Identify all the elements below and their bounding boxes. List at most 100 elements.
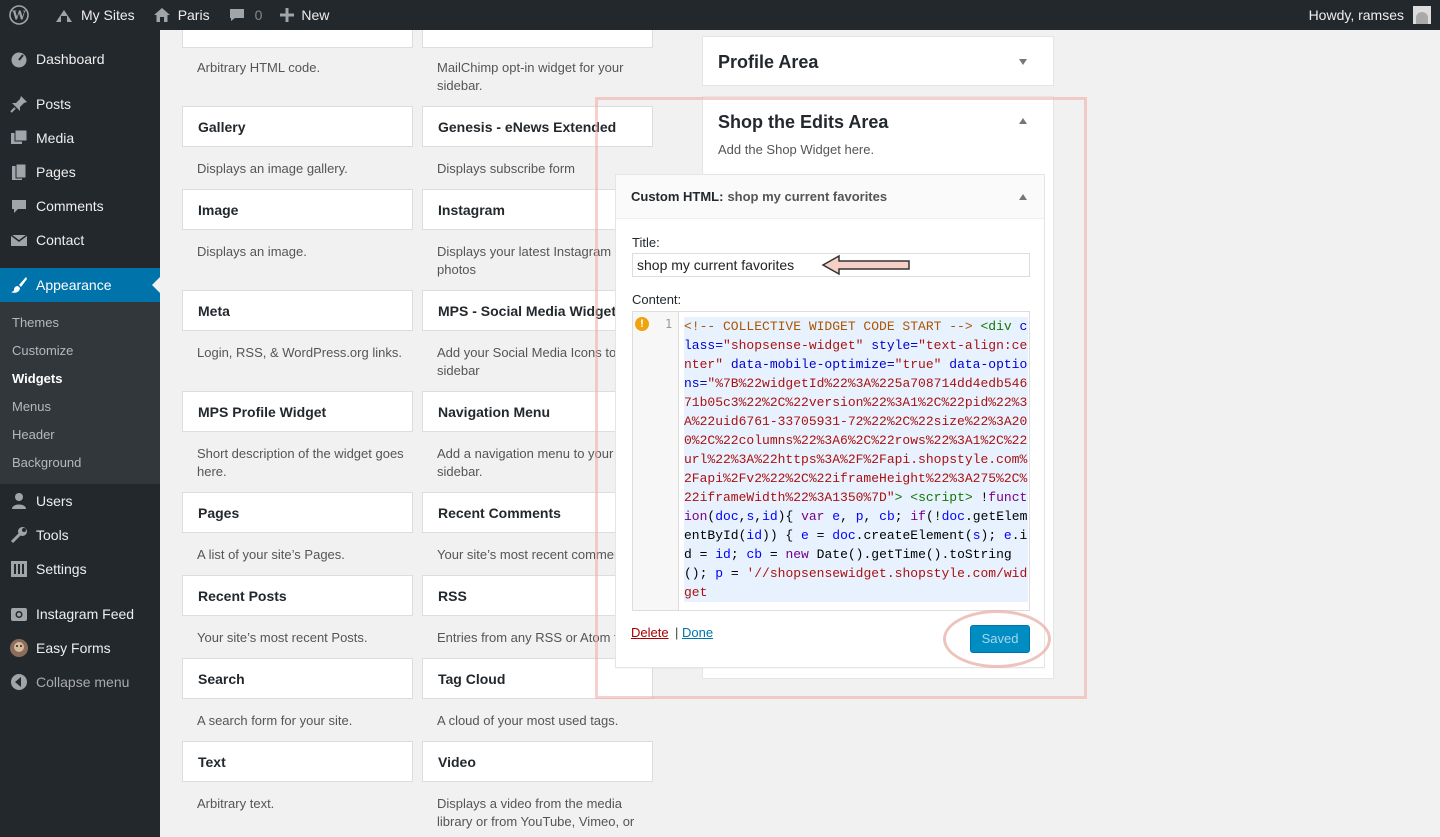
submenu-header[interactable]: Header bbox=[0, 421, 160, 449]
svg-text:W: W bbox=[11, 9, 26, 23]
menu-label: Comments bbox=[36, 198, 104, 214]
widget-tile-title: Tag Cloud bbox=[438, 670, 506, 687]
menu-pages[interactable]: Pages bbox=[0, 155, 160, 189]
widget-desc: Arbitrary HTML code. bbox=[197, 60, 321, 75]
widget-tile-title: Navigation Menu bbox=[438, 403, 551, 420]
widget-tile[interactable]: Search bbox=[182, 658, 413, 699]
widget-tile-title: Meta bbox=[198, 302, 230, 319]
menu-label: Easy Forms bbox=[36, 640, 111, 656]
widget-description: Arbitrary text. bbox=[197, 796, 275, 811]
widget-tile-title: MPS Profile Widget bbox=[198, 403, 327, 420]
menu-tools[interactable]: Tools bbox=[0, 518, 160, 552]
widget-description: Displays a video from the media library … bbox=[437, 796, 635, 829]
annotation-highlight-rectangle bbox=[595, 97, 1087, 699]
comments-count: 0 bbox=[254, 7, 263, 23]
widget-tile-title: Gallery bbox=[198, 118, 246, 135]
sidebar-area-profile[interactable]: Profile Area bbox=[702, 36, 1054, 86]
menu-instagram-feed[interactable]: Instagram Feed bbox=[0, 597, 160, 631]
widget-tile-title: Image bbox=[198, 201, 239, 218]
settings-icon bbox=[9, 559, 29, 579]
menu-settings[interactable]: Settings bbox=[0, 552, 160, 586]
widget-tile-title: RSS bbox=[438, 587, 467, 604]
widget-tile[interactable]: Video bbox=[422, 741, 653, 782]
menu-label: Settings bbox=[36, 561, 87, 577]
menu-label: Tools bbox=[36, 527, 69, 543]
widget-tile-title: Instagram bbox=[438, 201, 505, 218]
widget-tile[interactable]: Text bbox=[182, 741, 413, 782]
widget-description: Displays an image gallery. bbox=[197, 161, 348, 176]
menu-appearance[interactable]: Appearance bbox=[0, 268, 160, 302]
menu-comments[interactable]: Comments bbox=[0, 189, 160, 223]
account-menu[interactable]: Howdy, ramses bbox=[1300, 0, 1440, 30]
submenu-customize[interactable]: Customize bbox=[0, 337, 160, 365]
pages-icon bbox=[9, 162, 29, 182]
comments-menu[interactable]: 0 bbox=[219, 0, 272, 30]
wordpress-logo-icon[interactable]: W bbox=[0, 0, 45, 30]
widget-tile-title: Search bbox=[198, 670, 245, 687]
widget-description: Your site’s most recent Posts. bbox=[197, 630, 368, 645]
menu-users[interactable]: Users bbox=[0, 484, 160, 518]
wrench-icon bbox=[9, 525, 29, 545]
howdy-label: Howdy, ramses bbox=[1308, 7, 1404, 23]
widget-description: A list of your site’s Pages. bbox=[197, 547, 345, 562]
menu-easy-forms[interactable]: Easy Forms bbox=[0, 631, 160, 665]
widget-tile[interactable]: Meta bbox=[182, 290, 413, 331]
menu-label: Appearance bbox=[36, 277, 112, 293]
easyforms-icon bbox=[9, 638, 29, 658]
submenu-themes[interactable]: Themes bbox=[0, 309, 160, 337]
media-icon bbox=[9, 128, 29, 148]
my-sites-menu[interactable]: My Sites bbox=[45, 0, 144, 30]
submenu-widgets[interactable]: Widgets bbox=[0, 365, 160, 393]
annotation-highlight-oval bbox=[943, 610, 1051, 668]
home-icon bbox=[153, 8, 170, 22]
widget-tile-title: MPS - Social Media Widget bbox=[438, 302, 617, 319]
avatar bbox=[1413, 6, 1431, 24]
comment-bubble-icon bbox=[229, 9, 244, 21]
menu-posts[interactable]: Posts bbox=[0, 87, 160, 121]
my-sites-label: My Sites bbox=[81, 7, 135, 23]
widget-tile-title: Video bbox=[438, 753, 476, 770]
comment-icon bbox=[9, 196, 29, 216]
widget-description: Displays an image. bbox=[197, 244, 307, 259]
menu-label: Pages bbox=[36, 164, 76, 180]
widget-description: A cloud of your most used tags. bbox=[437, 713, 619, 728]
site-name-label: Paris bbox=[177, 7, 210, 23]
menu-label: Posts bbox=[36, 96, 72, 112]
widget-description: Login, RSS, & WordPress.org links. bbox=[197, 345, 402, 360]
submenu-background[interactable]: Background bbox=[0, 449, 160, 477]
widget-tile-title: Recent Posts bbox=[198, 587, 287, 604]
menu-media[interactable]: Media bbox=[0, 121, 160, 155]
new-content-menu[interactable]: New bbox=[271, 0, 338, 30]
widget-tile[interactable]: Gallery bbox=[182, 106, 413, 147]
my-sites-icon bbox=[56, 10, 72, 22]
widget-tile[interactable]: MPS Profile Widget bbox=[182, 391, 413, 432]
toggle-arrow-icon[interactable] bbox=[1019, 59, 1027, 65]
plus-icon bbox=[280, 8, 295, 22]
admin-bar: W My Sites Paris 0 New Howdy, ramses bbox=[0, 0, 1440, 30]
menu-label: Users bbox=[36, 493, 73, 509]
paintbrush-icon bbox=[9, 275, 29, 295]
admin-sidebar: Dashboard Posts Media Pages Comments Con… bbox=[0, 30, 160, 837]
sidebar-area-title: Profile Area bbox=[718, 52, 819, 72]
envelope-icon bbox=[9, 230, 29, 250]
submenu-menus[interactable]: Menus bbox=[0, 393, 160, 421]
widget-tile[interactable]: Pages bbox=[182, 492, 413, 533]
menu-label: Contact bbox=[36, 232, 85, 248]
menu-label: Collapse menu bbox=[36, 674, 130, 690]
instagram-icon bbox=[9, 604, 29, 624]
menu-label: Media bbox=[36, 130, 75, 146]
menu-contact[interactable]: Contact bbox=[0, 223, 160, 257]
menu-dashboard[interactable]: Dashboard bbox=[0, 42, 160, 76]
collapse-icon bbox=[9, 672, 29, 692]
widget-description: A search form for your site. bbox=[197, 713, 353, 728]
collapse-menu-button[interactable]: Collapse menu bbox=[0, 665, 160, 699]
widget-tile[interactable]: Image bbox=[182, 189, 413, 230]
widget-desc: MailChimp opt-in widget for your sidebar… bbox=[437, 60, 624, 93]
dashboard-icon bbox=[9, 49, 29, 69]
site-name-menu[interactable]: Paris bbox=[144, 0, 219, 30]
menu-label: Instagram Feed bbox=[36, 606, 135, 622]
widget-tile[interactable]: Recent Posts bbox=[182, 575, 413, 616]
widget-tile-title: Pages bbox=[198, 504, 240, 521]
users-icon bbox=[9, 491, 29, 511]
pin-icon bbox=[9, 94, 29, 114]
